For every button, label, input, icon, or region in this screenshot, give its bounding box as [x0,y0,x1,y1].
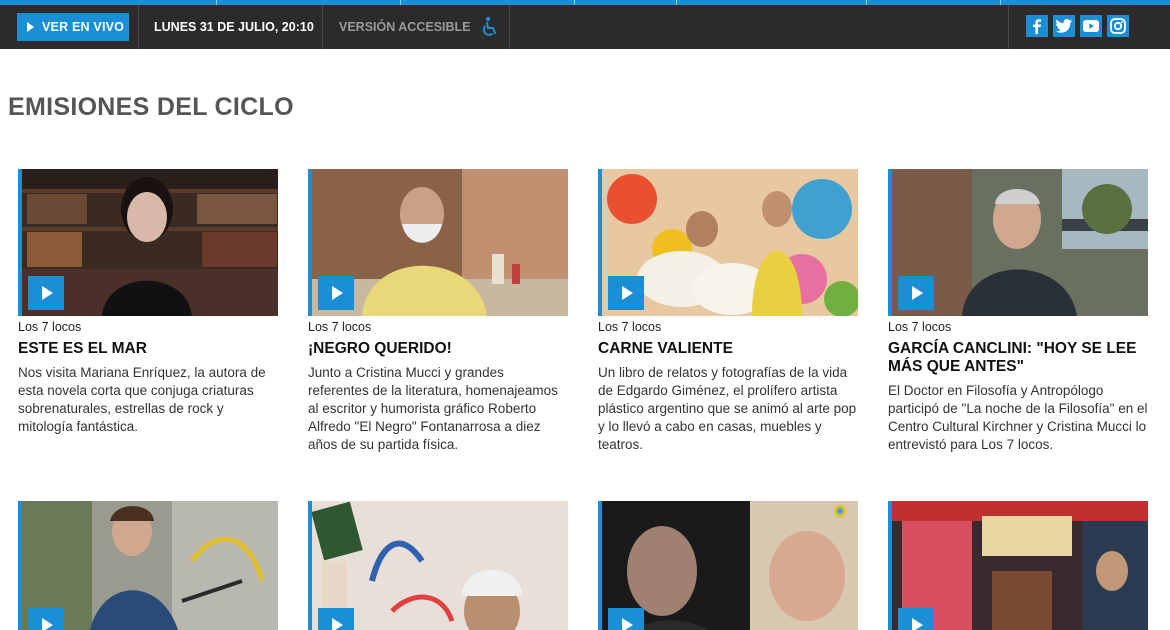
youtube-icon[interactable] [1080,15,1102,37]
live-button-label: VER EN VIVO [42,20,125,34]
facebook-icon[interactable] [1026,15,1048,37]
play-icon [42,286,53,300]
episode-thumbnail[interactable] [888,169,1148,316]
play-icon [622,618,633,630]
episode-card[interactable] [18,501,278,630]
episode-card[interactable]: Los 7 locos GARCÍA CANCLINI: "HOY SE LEE… [888,169,1148,454]
episode-title[interactable]: CARNE VALIENTE [598,340,858,358]
divider [138,5,139,49]
episode-card[interactable] [888,501,1148,630]
episode-thumbnail[interactable] [888,501,1148,630]
play-icon [622,286,633,300]
instagram-icon[interactable] [1107,15,1129,37]
episode-description: Junto a Cristina Mucci y grandes referen… [308,365,558,452]
episode-thumbnail[interactable] [308,501,568,630]
accessible-version-link[interactable]: VERSIÓN ACCESIBLE [339,5,499,49]
play-button[interactable] [318,608,354,630]
play-button[interactable] [28,276,64,310]
live-button[interactable]: VER EN VIVO [17,13,129,41]
play-button[interactable] [608,276,644,310]
current-date: LUNES 31 DE JULIO, 20:10 [154,20,314,34]
play-button[interactable] [28,608,64,630]
divider [1008,5,1009,49]
episode-card[interactable]: Los 7 locos CARNE VALIENTE Un libro de r… [598,169,858,454]
top-bar: VER EN VIVO LUNES 31 DE JULIO, 20:10 VER… [0,5,1170,49]
wheelchair-icon [482,16,496,36]
episode-title[interactable]: ESTE ES EL MAR [18,340,278,358]
play-icon [912,618,923,630]
episode-category: Los 7 locos [598,320,662,334]
accessible-version-label: VERSIÓN ACCESIBLE [339,20,471,34]
episode-card[interactable]: Los 7 locos ESTE ES EL MAR Nos visita Ma… [18,169,278,436]
section-title: EMISIONES DEL CICLO [8,93,294,121]
play-icon [42,618,53,630]
episode-thumbnail[interactable] [18,501,278,630]
play-button[interactable] [898,276,934,310]
play-icon [912,286,923,300]
episode-description: Nos visita Mariana Enríquez, la autora d… [18,365,266,434]
play-button[interactable] [318,276,354,310]
episode-title[interactable]: GARCÍA CANCLINI: "HOY SE LEE MÁS QUE ANT… [888,340,1148,376]
play-icon [27,22,34,32]
episode-card[interactable] [308,501,568,630]
episode-category: Los 7 locos [18,320,82,334]
episode-title[interactable]: ¡NEGRO QUERIDO! [308,340,568,358]
twitter-icon[interactable] [1053,15,1075,37]
episode-thumbnail[interactable] [598,169,858,316]
episode-category: Los 7 locos [888,320,952,334]
divider [509,5,510,49]
play-icon [332,286,343,300]
play-button[interactable] [898,608,934,630]
episode-card[interactable]: Los 7 locos ¡NEGRO QUERIDO! Junto a Cris… [308,169,568,454]
episode-thumbnail[interactable] [308,169,568,316]
episode-description: El Doctor en Filosofía y Antropólogo par… [888,383,1148,452]
episode-category: Los 7 locos [308,320,372,334]
episode-description: Un libro de relatos y fotografías de la … [598,365,857,452]
episode-thumbnail[interactable] [18,169,278,316]
episode-card[interactable] [598,501,858,630]
episode-thumbnail[interactable] [598,501,858,630]
divider [322,5,323,49]
play-button[interactable] [608,608,644,630]
play-icon [332,618,343,630]
